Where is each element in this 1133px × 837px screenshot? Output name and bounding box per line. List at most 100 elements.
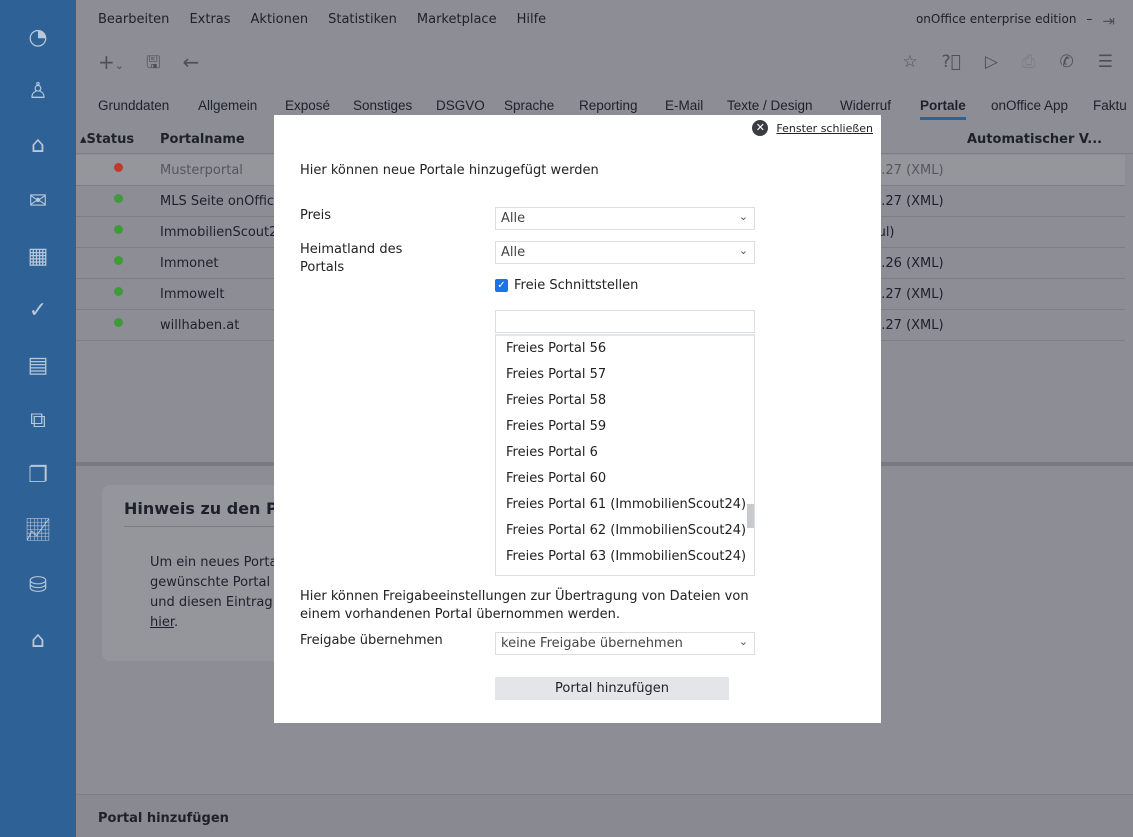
help-icon[interactable]: ?⃝ xyxy=(942,52,961,72)
hint-line: Um ein neues Portal xyxy=(150,555,280,570)
status-dot xyxy=(114,194,123,203)
tab-onoffice-app[interactable]: onOffice App xyxy=(991,98,1068,113)
statistics-icon[interactable]: 📈︎ xyxy=(24,517,52,545)
chevron-down-icon: ⌄ xyxy=(738,244,748,257)
preis-value: Alle xyxy=(501,211,526,226)
list-item[interactable]: Freies Portal 59 xyxy=(496,414,754,440)
list-item[interactable]: Freies Portal 61 (ImmobilienScout24) xyxy=(496,492,754,518)
heimatland-select[interactable]: Alle ⌄ xyxy=(495,241,755,264)
menu-bearbeiten[interactable]: Bearbeiten xyxy=(98,12,169,27)
preis-label: Preis xyxy=(300,208,332,223)
save-icon[interactable]: 🖫︎ xyxy=(146,50,160,79)
tab-grunddaten[interactable]: Grunddaten xyxy=(98,98,169,113)
hint-link[interactable]: hier xyxy=(150,615,174,630)
close-link[interactable]: Fenster schließen xyxy=(776,122,873,135)
star-icon[interactable]: ☆ xyxy=(902,52,917,72)
menu-extras[interactable]: Extras xyxy=(189,12,230,27)
portal-version: 1.27 (XML) xyxy=(873,163,944,178)
add-portal-dialog: ✕ Fenster schließen Hier können neue Por… xyxy=(274,115,881,723)
tab-widerruf[interactable]: Widerruf xyxy=(840,98,891,113)
tab-sprache[interactable]: Sprache xyxy=(504,98,554,113)
list-item[interactable]: Freies Portal 60 xyxy=(496,466,754,492)
menu-marketplace[interactable]: Marketplace xyxy=(417,12,497,27)
back-arrow-icon[interactable]: ← xyxy=(182,50,199,79)
hint-title: Hinweis zu den Po xyxy=(124,499,289,518)
list-item[interactable]: Freies Portal 58 xyxy=(496,388,754,414)
header-auto[interactable]: Automatischer V... xyxy=(967,132,1102,147)
mail-icon[interactable]: ✉ xyxy=(24,188,52,216)
menu-aktionen[interactable]: Aktionen xyxy=(251,12,309,27)
checkbox-label: Freie Schnittstellen xyxy=(514,278,639,293)
freigabe-info: Hier können Freigabeeinstellungen zur Üb… xyxy=(300,589,749,622)
portal-name: willhaben.at xyxy=(160,318,240,333)
hint-period: . xyxy=(174,615,179,630)
tab-allgemein[interactable]: Allgemein xyxy=(198,98,257,113)
status-dot xyxy=(114,318,123,327)
portal-list[interactable]: Freies Portal 56 Freies Portal 57 Freies P… xyxy=(495,334,755,576)
tab-reporting[interactable]: Reporting xyxy=(579,98,638,113)
portal-name: ImmobilienScout24 xyxy=(160,225,286,240)
list-item[interactable]: Freies Portal 62 (ImmobilienScout24) xyxy=(496,518,754,544)
list-item[interactable]: Freies Portal 63 (ImmobilienScout24) xyxy=(496,544,754,570)
logout-icon[interactable]: ⇥ xyxy=(1102,12,1115,30)
book-icon[interactable]: ❐ xyxy=(24,462,52,490)
preis-select[interactable]: Alle ⌄ xyxy=(495,207,755,230)
menu-statistiken[interactable]: Statistiken xyxy=(328,12,397,27)
freie-schnittstellen-checkbox[interactable]: ✓ Freie Schnittstellen xyxy=(495,278,638,293)
bottom-title: Portal hinzufügen xyxy=(98,811,229,826)
menu-hilfe[interactable]: Hilfe xyxy=(517,12,547,27)
cabinet-icon[interactable]: ▤ xyxy=(24,352,52,380)
bottom-bar: Portal hinzufügen xyxy=(76,794,1133,837)
tab-dsgvo[interactable]: DSGVO xyxy=(436,98,485,113)
tab-email[interactable]: E-Mail xyxy=(665,98,703,113)
home-icon[interactable]: ⌂ xyxy=(24,132,52,160)
portal-name: Immowelt xyxy=(160,287,225,302)
header-status[interactable]: ▴Status xyxy=(80,132,134,147)
checkbox-checked-icon[interactable]: ✓ xyxy=(495,279,508,292)
status-dot xyxy=(114,256,123,265)
list-item[interactable]: Freies Portal 57 xyxy=(496,362,754,388)
freigabe-value: keine Freigabe übernehmen xyxy=(501,636,683,651)
status-dot xyxy=(114,163,123,172)
tab-faktura[interactable]: Faktu xyxy=(1093,98,1127,113)
edition-label: onOffice enterprise edition xyxy=(915,12,1077,26)
tab-portale[interactable]: Portale xyxy=(920,98,966,120)
freigabe-select[interactable]: keine Freigabe übernehmen ⌄ xyxy=(495,632,755,655)
add-portal-button[interactable]: Portal hinzufügen xyxy=(495,677,729,700)
workflow-icon[interactable]: ⧉ xyxy=(24,407,52,435)
tab-texte-design[interactable]: Texte / Design xyxy=(727,98,813,113)
check-icon[interactable]: ✓ xyxy=(24,297,52,325)
list-item[interactable]: Freies Portal 56 xyxy=(496,336,754,362)
main-menu: Bearbeiten Extras Aktionen Statistiken M… xyxy=(98,12,546,27)
close-icon[interactable]: ✕ xyxy=(752,120,769,136)
header-status-label: Status xyxy=(86,132,135,147)
play-icon[interactable]: ▷ xyxy=(985,52,998,72)
list-item[interactable]: Freies Portal 6 xyxy=(496,440,754,466)
portal-version: 1.27 (XML) xyxy=(873,318,944,333)
add-icon[interactable]: +⌄ xyxy=(98,50,124,79)
edition-info: onOffice enterprise edition – ⇥ xyxy=(916,12,1115,30)
hamburger-menu-icon[interactable]: ☰ xyxy=(1098,52,1113,72)
coins-icon[interactable]: ⛁ xyxy=(24,572,52,600)
intro-text: Hier können neue Portale hinzugefügt wer… xyxy=(300,163,599,178)
tab-sonstiges[interactable]: Sonstiges xyxy=(353,98,412,113)
tab-expose[interactable]: Exposé xyxy=(285,98,330,113)
phone-icon[interactable]: ✆ xyxy=(1060,52,1074,72)
calendar-icon[interactable]: ▦ xyxy=(24,243,52,271)
house-search-icon[interactable]: ⌂ xyxy=(24,627,52,655)
chevron-down-icon: ⌄ xyxy=(738,635,748,648)
edition-separator: – xyxy=(1086,12,1093,26)
status-dot xyxy=(114,225,123,234)
portal-name: MLS Seite onOffice xyxy=(160,194,283,209)
toolbar: +⌄ 🖫︎ ← xyxy=(98,50,199,79)
header-portalname[interactable]: Portalname xyxy=(160,132,245,147)
portal-name: Musterportal xyxy=(160,163,243,178)
heimatland-label: Heimatland des Portals xyxy=(300,242,403,275)
scrollbar[interactable] xyxy=(747,504,754,528)
heimatland-value: Alle xyxy=(501,245,526,260)
chevron-down-icon: ⌄ xyxy=(738,210,748,223)
dashboard-icon[interactable]: ◔ xyxy=(24,24,52,52)
right-toolbar: ☆ ?⃝ ▷ ⎙ ✆ ☰ xyxy=(902,52,1113,72)
portal-search-input[interactable] xyxy=(495,310,755,333)
close-window-button[interactable]: ✕ Fenster schließen xyxy=(752,120,873,136)
